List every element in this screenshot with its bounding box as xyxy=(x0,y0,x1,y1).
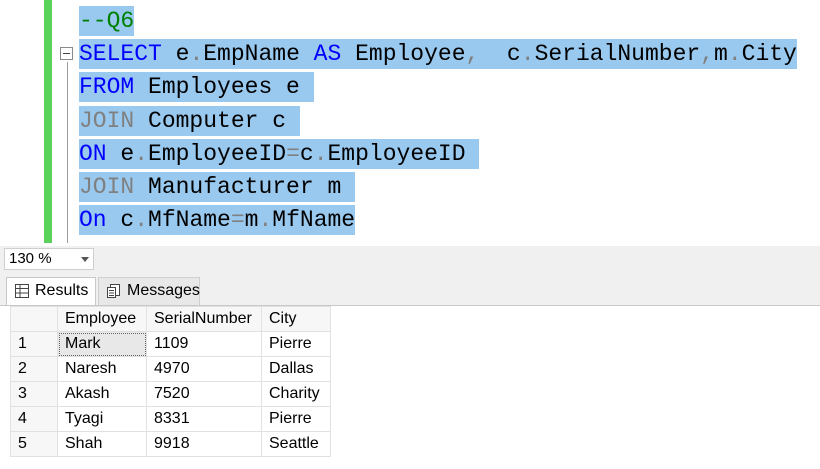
code-token: . xyxy=(520,41,535,67)
table-cell-employee[interactable]: Mark xyxy=(57,331,147,357)
code-line-join-computer[interactable]: JOIN Computer c xyxy=(79,106,300,136)
table-row: 5 Shah 9918 Seattle xyxy=(10,431,331,457)
tab-messages-label: Messages xyxy=(127,282,200,299)
keyword-as: AS xyxy=(313,41,342,67)
table-row: 1 Mark 1109 Pierre xyxy=(10,331,331,357)
code-line-on-mfname[interactable]: On c.MfName=m.MfName xyxy=(79,205,356,235)
row-number[interactable]: 3 xyxy=(10,381,58,407)
chevron-down-icon[interactable] xyxy=(81,257,89,262)
code-token: EmployeeID xyxy=(148,141,287,167)
code-token: EmployeeID xyxy=(327,141,480,167)
messages-icon xyxy=(107,284,120,298)
results-grid-area: Employee SerialNumber City 1 Mark 1109 P… xyxy=(0,306,820,469)
code-token: . xyxy=(189,41,204,67)
change-tracking-bar xyxy=(44,0,52,243)
fold-guide-line xyxy=(67,62,68,243)
grid-icon xyxy=(15,284,29,298)
table-cell-serialnumber[interactable]: 7520 xyxy=(146,381,262,407)
table-cell-city[interactable]: Charity xyxy=(261,381,331,407)
table-cell-employee[interactable]: Tyagi xyxy=(57,406,147,432)
header-row: Employee SerialNumber City xyxy=(10,306,331,332)
code-token: Employees e xyxy=(134,74,314,100)
table-cell-city[interactable]: Dallas xyxy=(261,356,331,382)
row-number[interactable]: 1 xyxy=(10,331,58,357)
code-token: . xyxy=(134,207,149,233)
select-all-corner[interactable] xyxy=(10,306,58,332)
table-cell-serialnumber[interactable]: 8331 xyxy=(146,406,262,432)
code-token: e xyxy=(106,141,135,167)
code-token: . xyxy=(258,207,273,233)
code-token: = xyxy=(286,141,300,167)
comment-text: --Q6 xyxy=(79,8,135,34)
query-editor[interactable]: --Q6 SELECT e.EmpName AS Employee, c.Ser… xyxy=(0,0,820,243)
tab-results-label: Results xyxy=(35,282,89,299)
results-grid: Employee SerialNumber City 1 Mark 1109 P… xyxy=(10,306,331,457)
code-token: MfName xyxy=(272,207,356,233)
row-number[interactable]: 4 xyxy=(10,406,58,432)
table-cell-city[interactable]: Seattle xyxy=(261,431,331,457)
code-token: , xyxy=(465,41,480,67)
table-cell-city[interactable]: Pierre xyxy=(261,331,331,357)
table-cell-employee[interactable]: Shah xyxy=(57,431,147,457)
code-token: . xyxy=(313,141,328,167)
collapse-region-icon[interactable] xyxy=(60,47,73,60)
code-token: Employee xyxy=(341,41,466,67)
column-header-city[interactable]: City xyxy=(261,306,331,332)
table-row: 4 Tyagi 8331 Pierre xyxy=(10,406,331,432)
table-cell-city[interactable]: Pierre xyxy=(261,406,331,432)
keyword-on: ON xyxy=(79,141,107,167)
column-header-serialnumber[interactable]: SerialNumber xyxy=(146,306,262,332)
tab-results[interactable]: Results xyxy=(6,277,96,305)
keyword-on: On xyxy=(79,207,107,233)
code-token: c xyxy=(106,207,135,233)
keyword-join: JOIN xyxy=(79,108,135,134)
code-token: MfName xyxy=(148,207,231,233)
zoom-bar: 130 % xyxy=(0,246,820,272)
zoom-value: 130 % xyxy=(9,250,52,267)
table-row: 3 Akash 7520 Charity xyxy=(10,381,331,407)
code-token: c xyxy=(299,141,314,167)
code-token: Manufacturer m xyxy=(134,174,356,200)
table-cell-employee[interactable]: Naresh xyxy=(57,356,147,382)
code-token: e xyxy=(161,41,190,67)
code-token: m xyxy=(244,207,259,233)
results-tabstrip: Results Messages xyxy=(0,272,820,306)
table-cell-serialnumber[interactable]: 9918 xyxy=(146,431,262,457)
code-token: m xyxy=(714,41,728,67)
code-token: , xyxy=(700,41,715,67)
code-line-comment[interactable]: --Q6 xyxy=(79,6,135,36)
table-cell-employee[interactable]: Akash xyxy=(57,381,147,407)
code-line-on-employee[interactable]: ON e.EmployeeID=c.EmployeeID xyxy=(79,139,480,169)
code-token: EmpName xyxy=(203,41,314,67)
keyword-from: FROM xyxy=(79,74,135,100)
column-header-employee[interactable]: Employee xyxy=(57,306,147,332)
code-token: = xyxy=(230,207,245,233)
tab-messages[interactable]: Messages xyxy=(98,277,200,305)
row-number[interactable]: 2 xyxy=(10,356,58,382)
zoom-dropdown[interactable]: 130 % xyxy=(4,248,94,270)
table-row: 2 Naresh 4970 Dallas xyxy=(10,356,331,382)
code-token: . xyxy=(727,41,742,67)
keyword-select: SELECT xyxy=(79,41,162,67)
code-token: City xyxy=(741,41,797,67)
code-token: SerialNumber xyxy=(534,41,701,67)
code-token: Computer c xyxy=(134,108,300,134)
table-cell-serialnumber[interactable]: 1109 xyxy=(146,331,262,357)
code-line-select[interactable]: SELECT e.EmpName AS Employee, c.SerialNu… xyxy=(79,39,797,69)
keyword-join: JOIN xyxy=(79,174,135,200)
code-line-join-manufacturer[interactable]: JOIN Manufacturer m xyxy=(79,172,356,202)
code-token: . xyxy=(134,141,149,167)
code-line-from[interactable]: FROM Employees e xyxy=(79,72,314,102)
table-cell-serialnumber[interactable]: 4970 xyxy=(146,356,262,382)
row-number[interactable]: 5 xyxy=(10,431,58,457)
code-token: c xyxy=(479,41,521,67)
